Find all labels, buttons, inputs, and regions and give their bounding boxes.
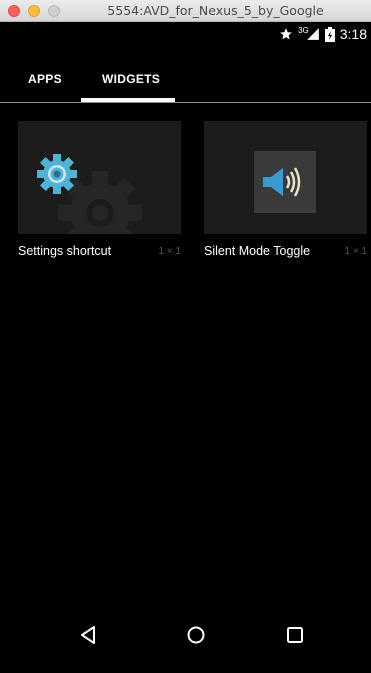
speaker-volume-icon	[254, 151, 316, 213]
nav-back-button[interactable]	[67, 615, 111, 655]
widget-size: 1 × 1	[158, 246, 181, 257]
status-time: 3:18	[339, 26, 367, 42]
widget-settings-shortcut[interactable]: Settings shortcut 1 × 1	[18, 121, 181, 262]
network-type-label: 3G	[298, 25, 309, 35]
home-icon	[187, 626, 205, 644]
window-title-bar: 5554:AVD_for_Nexus_5_by_Google	[0, 0, 371, 22]
android-navigation-bar	[0, 607, 371, 673]
window-maximize-button[interactable]	[48, 5, 60, 17]
android-status-bar: 3G 3:18	[0, 22, 371, 48]
emulator-window: 5554:AVD_for_Nexus_5_by_Google 3G 3:18 A…	[0, 0, 371, 673]
widget-silent-mode-toggle[interactable]: Silent Mode Toggle 1 × 1	[204, 121, 367, 262]
battery-icon	[324, 26, 335, 42]
widget-label: Silent Mode Toggle	[204, 244, 311, 258]
nav-home-button[interactable]	[174, 615, 218, 655]
window-close-button[interactable]	[8, 5, 20, 17]
widget-label: Settings shortcut	[18, 244, 112, 258]
signal-icon: 3G	[298, 25, 320, 41]
settings-gear-icon	[37, 154, 142, 234]
widget-size: 1 × 1	[344, 246, 367, 257]
recents-icon	[287, 627, 303, 643]
tab-divider	[0, 102, 371, 103]
tab-widgets[interactable]: WIDGETS	[102, 72, 160, 86]
widget-preview	[18, 121, 181, 234]
back-icon	[81, 626, 95, 644]
window-title: 5554:AVD_for_Nexus_5_by_Google	[107, 3, 324, 18]
widget-preview	[204, 121, 367, 234]
star-icon	[279, 27, 293, 41]
window-minimize-button[interactable]	[28, 5, 40, 17]
tab-apps[interactable]: APPS	[28, 72, 62, 86]
nav-recents-button[interactable]	[273, 615, 317, 655]
tab-bar: APPS WIDGETS	[0, 48, 371, 103]
